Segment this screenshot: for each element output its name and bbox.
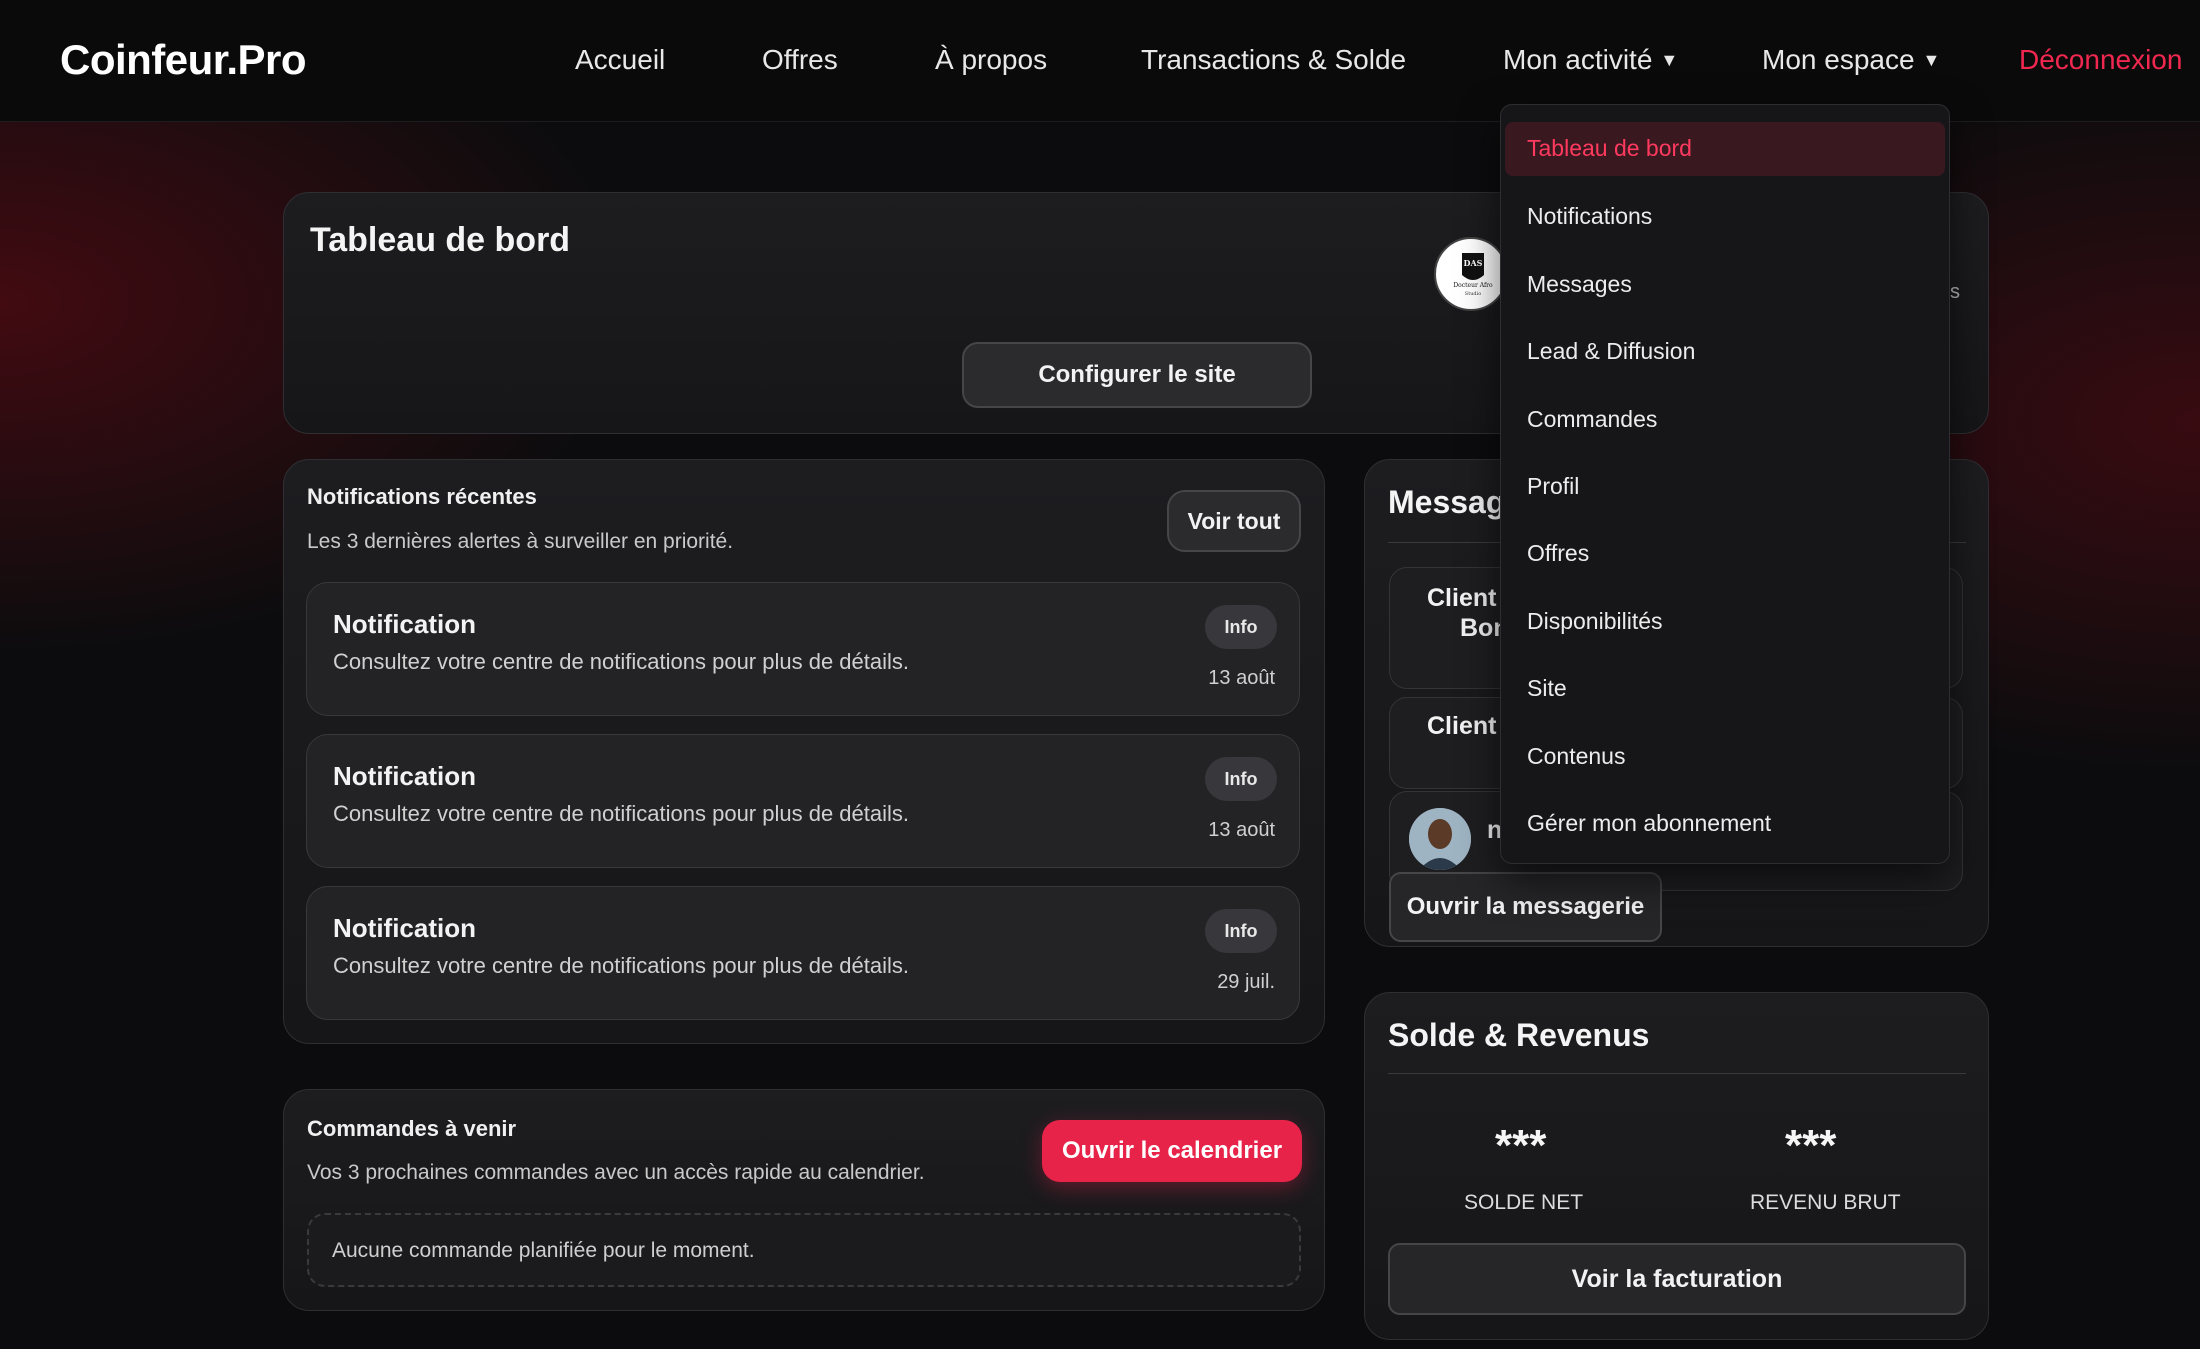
orders-empty-text: Aucune commande planifiée pour le moment… [332, 1239, 755, 1262]
dropdown-item-profil[interactable]: Profil [1527, 473, 1579, 500]
nav-a-propos[interactable]: À propos [935, 44, 1047, 76]
notification-item[interactable]: Notification Consultez votre centre de n… [306, 886, 1300, 1020]
dropdown-item-messages[interactable]: Messages [1527, 271, 1632, 298]
info-badge: Info [1205, 757, 1277, 801]
orders-subtitle: Vos 3 prochaines commandes avec un accès… [307, 1161, 925, 1184]
chevron-down-icon: ▼ [1922, 50, 1941, 70]
orders-empty-state: Aucune commande planifiée pour le moment… [307, 1213, 1301, 1287]
view-billing-button[interactable]: Voir la facturation [1388, 1243, 1966, 1315]
notifications-title: Notifications récentes [307, 484, 537, 509]
message-sender: Client [1427, 712, 1497, 740]
svg-text:Studio: Studio [1465, 291, 1481, 297]
dropdown-item-commandes[interactable]: Commandes [1527, 406, 1657, 433]
notification-text: Consultez votre centre de notifications … [333, 953, 909, 978]
orders-title: Commandes à venir [307, 1116, 517, 1141]
dropdown-item-site[interactable]: Site [1527, 675, 1567, 702]
notification-item[interactable]: Notification Consultez votre centre de n… [306, 734, 1300, 868]
nav-accueil[interactable]: Accueil [575, 44, 665, 76]
dropdown-item-tableau-de-bord[interactable]: Tableau de bord [1527, 135, 1692, 162]
dropdown-item-gerer-abonnement[interactable]: Gérer mon abonnement [1527, 810, 1771, 837]
svg-text:DAS: DAS [1464, 258, 1483, 268]
nav-mon-espace-label: Mon espace [1762, 44, 1915, 75]
dashboard-title: Tableau de bord [310, 221, 571, 259]
nav-transactions-solde[interactable]: Transactions & Solde [1141, 44, 1406, 76]
net-balance-label: SOLDE NET [1464, 1191, 1584, 1214]
open-calendar-button[interactable]: Ouvrir le calendrier [1042, 1120, 1302, 1182]
info-badge: Info [1205, 909, 1277, 953]
see-all-button[interactable]: Voir tout [1167, 490, 1301, 552]
notification-date: 13 août [1208, 819, 1275, 841]
site-logo-avatar: DAS Docteur Afro Studio [1434, 237, 1508, 311]
mon-activite-dropdown: Tableau de bord Notifications Messages L… [1500, 104, 1950, 864]
message-sender: Client [1427, 584, 1497, 612]
nav-mon-espace[interactable]: Mon espace ▼ [1762, 44, 1940, 76]
notification-text: Consultez votre centre de notifications … [333, 801, 909, 826]
user-avatar [1409, 808, 1471, 870]
gross-revenue-label: REVENU BRUT [1750, 1191, 1901, 1214]
nav-offres[interactable]: Offres [762, 44, 838, 76]
notification-date: 13 août [1208, 667, 1275, 689]
dropdown-item-lead-diffusion[interactable]: Lead & Diffusion [1527, 338, 1695, 365]
notification-title: Notification [333, 609, 476, 639]
balance-card: Solde & Revenus *** SOLDE NET *** REVENU… [1364, 992, 1989, 1340]
studio-logo-icon: DAS Docteur Afro Studio [1453, 253, 1493, 297]
info-badge: Info [1205, 605, 1277, 649]
nav-logout[interactable]: Déconnexion [2019, 44, 2182, 76]
chevron-down-icon: ▼ [1660, 50, 1679, 70]
notification-title: Notification [333, 913, 476, 943]
balance-title: Solde & Revenus [1388, 1017, 1650, 1053]
notification-item[interactable]: Notification Consultez votre centre de n… [306, 582, 1300, 716]
upcoming-orders-card: Commandes à venir Vos 3 prochaines comma… [283, 1089, 1325, 1311]
nav-mon-activite-label: Mon activité [1503, 44, 1653, 75]
messages-title: Messag [1388, 484, 1506, 520]
gross-revenue-value: *** [1785, 1121, 1837, 1170]
notification-text: Consultez votre centre de notifications … [333, 649, 909, 674]
dropdown-item-disponibilites[interactable]: Disponibilités [1527, 608, 1663, 635]
dropdown-item-offres[interactable]: Offres [1527, 540, 1589, 567]
open-messaging-button[interactable]: Ouvrir la messagerie [1389, 872, 1662, 942]
nav-mon-activite[interactable]: Mon activité ▼ [1503, 44, 1678, 76]
partial-text: s [1950, 281, 1960, 303]
configure-site-button[interactable]: Configurer le site [962, 342, 1312, 408]
notifications-subtitle: Les 3 dernières alertes à surveiller en … [307, 530, 734, 553]
balance-divider [1388, 1073, 1966, 1074]
net-balance-value: *** [1495, 1121, 1547, 1170]
dropdown-item-contenus[interactable]: Contenus [1527, 743, 1625, 770]
brand-logo[interactable]: Coinfeur.Pro [60, 36, 307, 84]
dropdown-item-notifications[interactable]: Notifications [1527, 203, 1652, 230]
notification-date: 29 juil. [1217, 971, 1275, 993]
svg-text:Docteur Afro: Docteur Afro [1453, 282, 1493, 289]
notification-title: Notification [333, 761, 476, 791]
person-avatar-icon [1409, 808, 1471, 870]
